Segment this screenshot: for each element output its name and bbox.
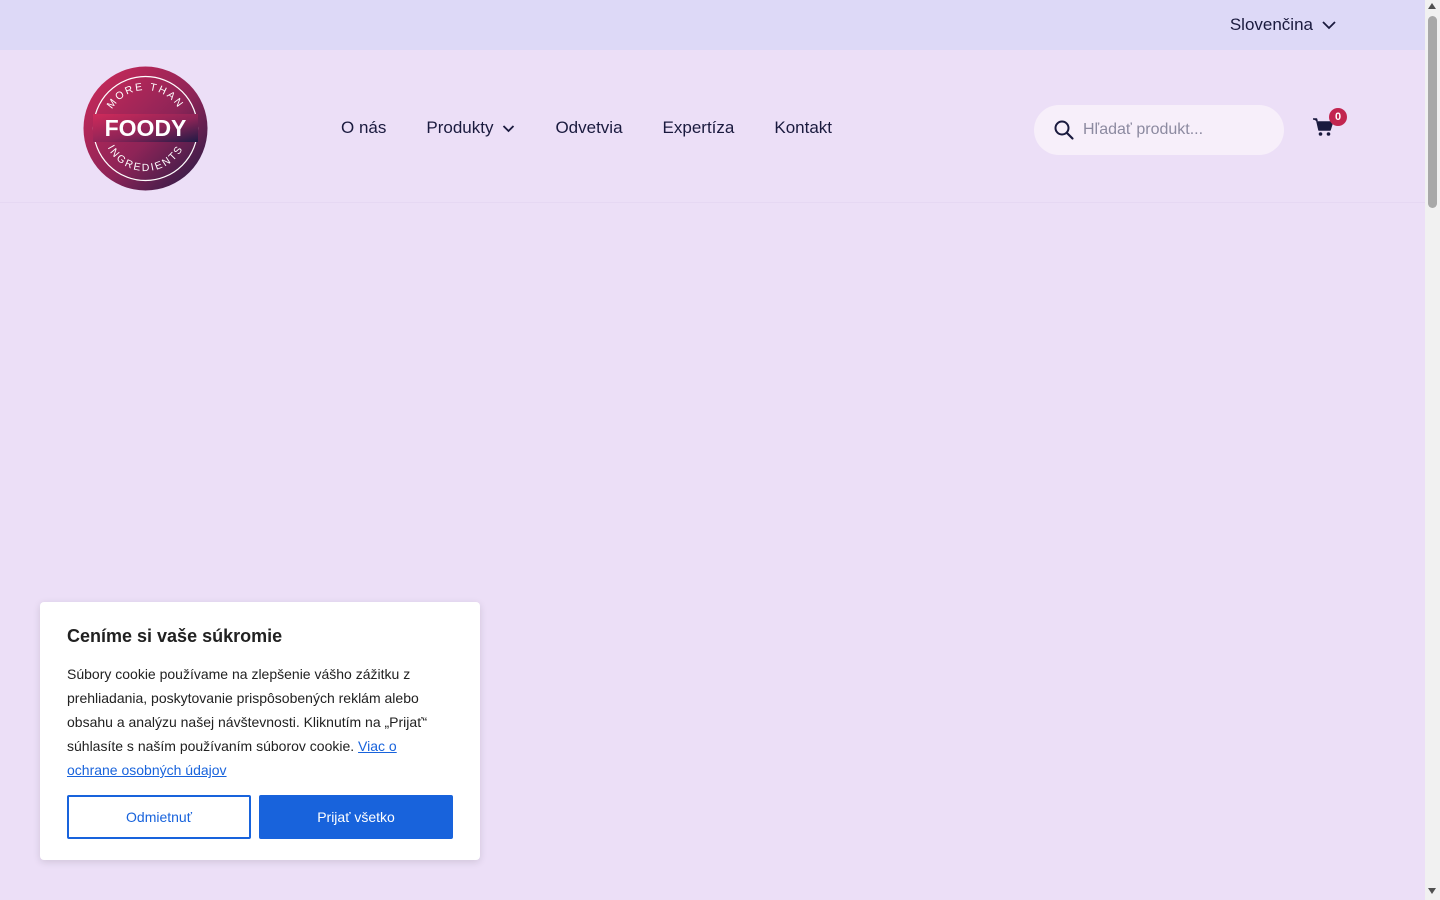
nav-item-kontakt[interactable]: Kontakt <box>774 118 832 138</box>
cookie-consent-dialog: Ceníme si vaše súkromie Súbory cookie po… <box>40 602 480 860</box>
search-input[interactable] <box>1083 121 1273 139</box>
nav-item-odvetvia[interactable]: Odvetvia <box>555 118 622 138</box>
cart-count-badge: 0 <box>1329 108 1347 126</box>
page: Slovenčina MORE THAN FOODY INGREDIENTS O… <box>0 0 1425 900</box>
reject-button[interactable]: Odmietnuť <box>67 795 251 839</box>
foody-logo[interactable]: MORE THAN FOODY INGREDIENTS <box>83 66 208 191</box>
svg-text:FOODY: FOODY <box>105 115 187 141</box>
cookie-buttons: Odmietnuť Prijať všetko <box>67 795 453 839</box>
language-selector[interactable]: Slovenčina <box>1230 15 1337 35</box>
chevron-down-icon <box>503 124 515 132</box>
nav-item-produkty[interactable]: Produkty <box>426 118 515 138</box>
cookie-title: Ceníme si vaše súkromie <box>67 626 283 646</box>
nav-item-expertiza[interactable]: Expertíza <box>663 118 735 138</box>
nav-label: O nás <box>341 118 387 137</box>
scrollbar-thumb[interactable] <box>1428 16 1437 208</box>
nav-item-o-nas[interactable]: O nás <box>341 118 386 138</box>
chevron-down-icon <box>1322 21 1336 30</box>
search-icon[interactable] <box>1053 119 1075 141</box>
scroll-up-icon[interactable] <box>1428 3 1436 9</box>
nav-label: Kontakt <box>774 118 833 137</box>
nav-label: Expertíza <box>662 118 735 137</box>
nav-label: Produkty <box>426 118 494 137</box>
scroll-down-icon[interactable] <box>1428 888 1436 894</box>
language-label: Slovenčina <box>1229 15 1313 34</box>
site-header: MORE THAN FOODY INGREDIENTS O nás Produk… <box>0 50 1425 203</box>
cookie-body: Súbory cookie používame na zlepšenie váš… <box>67 662 437 782</box>
accept-all-button[interactable]: Prijať všetko <box>259 795 453 839</box>
main-nav: O nás Produkty Odvetvia Expertíza Kontak… <box>341 118 832 138</box>
product-search <box>1034 105 1284 155</box>
top-bar: Slovenčina <box>0 0 1425 50</box>
nav-label: Odvetvia <box>555 118 623 137</box>
